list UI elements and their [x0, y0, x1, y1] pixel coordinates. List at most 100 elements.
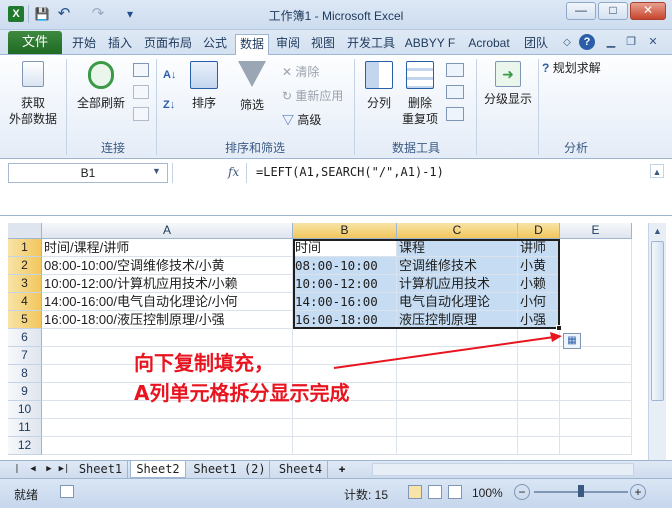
sheet-tab-active[interactable]: Sheet2 [130, 461, 186, 478]
page-layout-view-icon[interactable] [428, 485, 442, 499]
cell-a5[interactable]: 16:00-18:00/液压控制原理/小强 [42, 311, 293, 329]
remove-duplicates-button[interactable]: 删除 重复项 [400, 61, 440, 127]
cell-d5[interactable]: 小强 [518, 311, 560, 329]
horizontal-scrollbar[interactable] [372, 463, 634, 476]
fx-icon[interactable]: fx [228, 165, 239, 179]
get-external-data-button[interactable]: 获取 外部数据 [6, 61, 60, 127]
cell-d1[interactable]: 讲师 [518, 239, 560, 257]
workbook-minimize-icon[interactable]: ▁ [604, 35, 618, 49]
formula-input[interactable]: =LEFT(A1,SEARCH("/",A1)-1) [256, 163, 656, 183]
sheet-tab[interactable]: Sheet1 (2) [190, 461, 270, 478]
cell-c3[interactable]: 计算机应用技术 [397, 275, 518, 293]
row-header[interactable]: 10 [8, 401, 42, 419]
sheet-nav-last-icon[interactable]: ▶| [58, 461, 70, 478]
sort-desc-icon[interactable]: Z↓ [163, 99, 179, 117]
help-icon[interactable]: ? [579, 34, 595, 50]
scroll-up-icon[interactable]: ▲ [649, 223, 666, 239]
cell-a4[interactable]: 14:00-16:00/电气自动化理论/小何 [42, 293, 293, 311]
filter-button[interactable]: 筛选 [232, 61, 272, 113]
scroll-thumb[interactable] [651, 241, 664, 401]
text-to-columns-button[interactable]: 分列 [360, 61, 398, 111]
cell-a3[interactable]: 10:00-12:00/计算机应用技术/小赖 [42, 275, 293, 293]
row-header[interactable]: 7 [8, 347, 42, 365]
minimize-ribbon-icon[interactable]: ◇ [560, 36, 574, 50]
data-validation-icon[interactable] [446, 63, 464, 77]
zoom-out-icon[interactable]: − [514, 484, 530, 500]
sheet-tab[interactable]: Sheet1 [74, 461, 128, 478]
tab-home[interactable]: 开始 [68, 34, 100, 55]
reapply-button[interactable]: ↻ 重新应用 [282, 87, 343, 105]
macro-record-icon[interactable] [60, 485, 74, 498]
cell-b1[interactable]: 时间 [293, 239, 397, 257]
cell-d3[interactable]: 小赖 [518, 275, 560, 293]
connections-icon[interactable] [133, 63, 149, 77]
row-header[interactable]: 9 [8, 383, 42, 401]
what-if-icon[interactable] [446, 107, 464, 121]
clear-button[interactable]: ✕ 清除 [282, 63, 319, 81]
column-header-d[interactable]: D [518, 223, 560, 239]
row-header[interactable]: 1 [8, 239, 42, 257]
sheet-nav-next-icon[interactable]: ▶ [44, 461, 54, 478]
cell-b4[interactable]: 14:00-16:00 [293, 293, 397, 311]
tab-acrobat[interactable]: Acrobat [461, 34, 517, 55]
refresh-all-button[interactable]: 全部刷新 [74, 61, 128, 111]
row-header[interactable]: 8 [8, 365, 42, 383]
select-all-corner[interactable] [8, 223, 42, 239]
cell-c1[interactable]: 课程 [397, 239, 518, 257]
tab-view[interactable]: 视图 [307, 34, 339, 55]
column-header-c[interactable]: C [397, 223, 518, 239]
tab-developer[interactable]: 开发工具 [343, 34, 399, 55]
column-header-e[interactable]: E [560, 223, 632, 239]
cell-d2[interactable]: 小黄 [518, 257, 560, 275]
zoom-in-icon[interactable]: + [630, 484, 646, 500]
cell-b3[interactable]: 10:00-12:00 [293, 275, 397, 293]
properties-icon[interactable] [133, 85, 149, 99]
vertical-scrollbar[interactable]: ▲ [648, 223, 666, 460]
cell-b5[interactable]: 16:00-18:00 [293, 311, 397, 329]
sheet-nav-prev-icon[interactable]: ◀ [28, 461, 38, 478]
edit-links-icon[interactable] [133, 107, 149, 121]
cell-d4[interactable]: 小何 [518, 293, 560, 311]
insert-sheet-icon[interactable]: ✚ [332, 461, 352, 478]
tab-team[interactable]: 团队 [521, 34, 551, 55]
row-header[interactable]: 3 [8, 275, 42, 293]
consolidate-icon[interactable] [446, 85, 464, 99]
sort-asc-icon[interactable]: A↓ [163, 69, 179, 87]
cell-a1[interactable]: 时间/课程/讲师 [42, 239, 293, 257]
tab-formulas[interactable]: 公式 [199, 34, 231, 55]
tab-review[interactable]: 审阅 [272, 34, 304, 55]
row-header[interactable]: 4 [8, 293, 42, 311]
cell-a2[interactable]: 08:00-10:00/空调维修技术/小黄 [42, 257, 293, 275]
zoom-slider-thumb[interactable] [578, 485, 584, 497]
column-header-b[interactable]: B [293, 223, 397, 239]
name-box[interactable]: B1 [8, 163, 168, 183]
tab-insert[interactable]: 插入 [104, 34, 136, 55]
row-header[interactable]: 12 [8, 437, 42, 455]
workbook-restore-icon[interactable]: ❐ [624, 35, 638, 49]
sheet-tab[interactable]: Sheet4 [274, 461, 328, 478]
row-header[interactable]: 6 [8, 329, 42, 347]
row-header[interactable]: 11 [8, 419, 42, 437]
page-break-view-icon[interactable] [448, 485, 462, 499]
expand-formula-icon[interactable]: ▲ [650, 164, 664, 178]
workbook-close-icon[interactable]: ✕ [646, 35, 660, 49]
cell-b2[interactable]: 08:00-10:00 [293, 257, 397, 275]
cell-c4[interactable]: 电气自动化理论 [397, 293, 518, 311]
maximize-button[interactable]: □ [598, 2, 628, 20]
name-box-dropdown-icon[interactable]: ▼ [152, 166, 161, 176]
row-header[interactable]: 2 [8, 257, 42, 275]
tab-abbyy[interactable]: ABBYY F [402, 34, 458, 55]
tab-page-layout[interactable]: 页面布局 [140, 34, 196, 55]
sort-button[interactable]: 排序 [186, 61, 222, 111]
row-header[interactable]: 5 [8, 311, 42, 329]
tab-file[interactable]: 文件 [8, 31, 62, 54]
cell-c2[interactable]: 空调维修技术 [397, 257, 518, 275]
column-header-a[interactable]: A [42, 223, 293, 239]
solver-button[interactable]: ? 规划求解 [542, 59, 601, 77]
advanced-button[interactable]: ▽ 高级 [282, 111, 321, 129]
sheet-nav-first-icon[interactable]: |◀ [12, 461, 22, 490]
zoom-level[interactable]: 100% [472, 486, 503, 500]
tab-data[interactable]: 数据 [235, 34, 269, 55]
normal-view-icon[interactable] [408, 485, 422, 499]
cell-c5[interactable]: 液压控制原理 [397, 311, 518, 329]
